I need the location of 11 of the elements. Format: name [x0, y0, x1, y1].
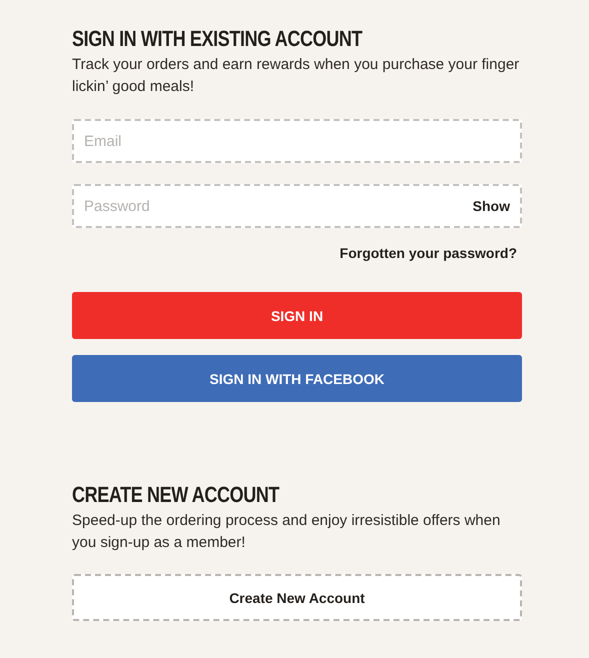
sign-in-button[interactable]: SIGN IN — [72, 292, 522, 339]
show-password-button[interactable]: Show — [472, 198, 510, 214]
forgot-password-link[interactable]: Forgotten your password? — [340, 245, 517, 261]
section-description: Speed-up the ordering process and enjoy irresistible offers when you sign-up as a member! — [72, 511, 502, 553]
create-account-button[interactable]: Create New Account — [72, 574, 522, 621]
password-field[interactable]: Password Show — [72, 184, 522, 228]
section-description: Track your orders and earn rewards when you purchase your finger lickin’ good meals! — [72, 55, 520, 97]
section-heading: CREATE NEW ACCOUNT — [72, 482, 280, 508]
section-heading: SIGN IN WITH EXISTING ACCOUNT — [72, 26, 364, 52]
facebook-sign-in-button[interactable]: SIGN IN WITH FACEBOOK — [72, 355, 522, 402]
email-field[interactable]: Email — [72, 119, 522, 163]
